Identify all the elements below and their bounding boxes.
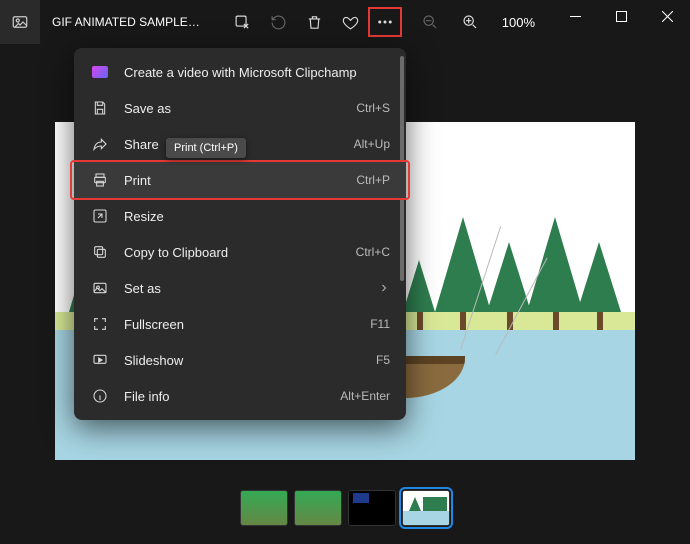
titlebar: GIF ANIMATED SAMPLE1 -... 100% [0, 0, 690, 44]
minimize-button[interactable] [552, 0, 598, 32]
menu-accel: F5 [376, 353, 390, 367]
photo-icon [11, 13, 29, 31]
menu-label: Create a video with Microsoft Clipchamp [124, 65, 390, 80]
delete-button[interactable] [296, 4, 332, 40]
menu-resize[interactable]: Resize [74, 198, 406, 234]
thumbnail[interactable] [294, 490, 342, 526]
menu-accel: Alt+Up [354, 137, 390, 151]
close-button[interactable] [644, 0, 690, 32]
menu-label: Print [124, 173, 356, 188]
window-controls [552, 0, 690, 32]
menu-label: File info [124, 389, 340, 404]
chevron-right-icon [378, 282, 390, 294]
toolbar [224, 4, 402, 40]
zoom-controls: 100% [412, 4, 535, 40]
menu-label: Copy to Clipboard [124, 245, 356, 260]
menu-accel: F11 [370, 317, 390, 331]
slideshow-icon [90, 350, 110, 370]
zoom-in-button[interactable] [452, 4, 488, 40]
edit-button[interactable] [224, 4, 260, 40]
trash-icon [306, 14, 323, 31]
rotate-icon [270, 14, 287, 31]
overflow-menu: Create a video with Microsoft Clipchamp … [74, 48, 406, 420]
menu-clipchamp[interactable]: Create a video with Microsoft Clipchamp [74, 54, 406, 90]
menu-label: Save as [124, 101, 356, 116]
menu-print[interactable]: Print Ctrl+P [74, 162, 406, 198]
menu-fullscreen[interactable]: Fullscreen F11 [74, 306, 406, 342]
favorite-button[interactable] [332, 4, 368, 40]
zoom-out-icon [422, 14, 438, 30]
thumbnail[interactable] [240, 490, 288, 526]
more-button[interactable] [368, 7, 402, 37]
maximize-button[interactable] [598, 0, 644, 32]
minimize-icon [570, 11, 581, 22]
filmstrip [0, 484, 690, 532]
window-title: GIF ANIMATED SAMPLE1 -... [52, 15, 202, 29]
copy-icon [90, 242, 110, 262]
heart-icon [342, 14, 359, 31]
menu-accel: Ctrl+P [356, 173, 390, 187]
menu-label: Set as [124, 281, 378, 296]
menu-copy[interactable]: Copy to Clipboard Ctrl+C [74, 234, 406, 270]
save-icon [90, 98, 110, 118]
app-logo-button[interactable] [0, 0, 40, 44]
edit-image-icon [234, 14, 251, 31]
menu-save-as[interactable]: Save as Ctrl+S [74, 90, 406, 126]
print-icon [90, 170, 110, 190]
menu-label: Resize [124, 209, 390, 224]
thumbnail-selected[interactable] [402, 490, 450, 526]
fullscreen-icon [90, 314, 110, 334]
rotate-button[interactable] [260, 4, 296, 40]
resize-icon [90, 206, 110, 226]
maximize-icon [616, 11, 627, 22]
zoom-level[interactable]: 100% [502, 15, 535, 30]
info-icon [90, 386, 110, 406]
menu-accel: Ctrl+S [356, 101, 390, 115]
more-icon [376, 13, 394, 31]
clipchamp-icon [90, 62, 110, 82]
close-icon [662, 11, 673, 22]
menu-accel: Ctrl+C [356, 245, 390, 259]
set-as-icon [90, 278, 110, 298]
thumbnail[interactable] [348, 490, 396, 526]
menu-file-info[interactable]: File info Alt+Enter [74, 378, 406, 414]
tooltip: Print (Ctrl+P) [166, 138, 246, 158]
menu-label: Fullscreen [124, 317, 370, 332]
share-icon [90, 134, 110, 154]
menu-set-as[interactable]: Set as [74, 270, 406, 306]
menu-label: Slideshow [124, 353, 376, 368]
zoom-in-icon [462, 14, 478, 30]
menu-accel: Alt+Enter [340, 389, 390, 403]
menu-slideshow[interactable]: Slideshow F5 [74, 342, 406, 378]
zoom-out-button[interactable] [412, 4, 448, 40]
